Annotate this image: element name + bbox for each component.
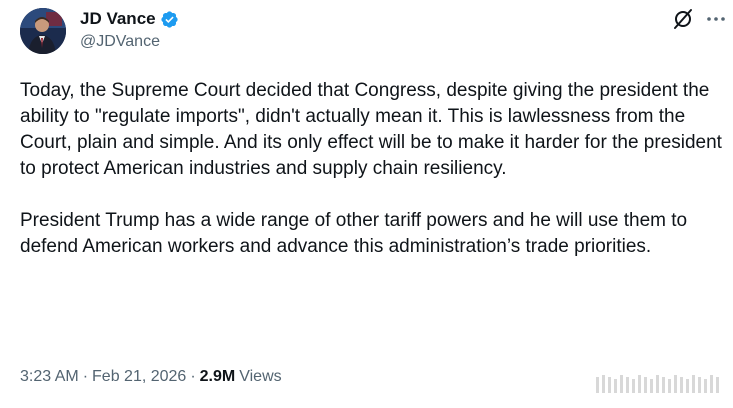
verified-badge-icon bbox=[160, 10, 179, 29]
views-count: 2.9M bbox=[199, 368, 236, 385]
watermark-logo-icon bbox=[596, 373, 720, 395]
author-display-name[interactable]: JD Vance bbox=[80, 9, 156, 29]
views-label: Views bbox=[239, 368, 282, 385]
more-options-icon[interactable] bbox=[705, 8, 727, 30]
meta-separator: · bbox=[190, 368, 196, 385]
author-handle[interactable]: @JDVance bbox=[80, 33, 160, 51]
tweet-time[interactable]: 3:23 AM bbox=[20, 368, 79, 386]
tweet-card: JD Vance @JDVance Today, the Supreme Cou… bbox=[0, 0, 733, 408]
meta-separator: · bbox=[82, 368, 89, 385]
tweet-date[interactable]: Feb 21, 2026 bbox=[92, 368, 186, 386]
tweet-meta: 3:23 AM · Feb 21, 2026 · 2.9M Views bbox=[20, 368, 282, 386]
avatar[interactable] bbox=[20, 8, 66, 54]
tweet-text: Today, the Supreme Court decided that Co… bbox=[20, 78, 726, 260]
tweet-paragraph: Today, the Supreme Court decided that Co… bbox=[20, 80, 722, 179]
tweet-paragraph: President Trump has a wide range of othe… bbox=[20, 210, 688, 257]
author-name-row: JD Vance bbox=[80, 9, 179, 29]
grok-icon[interactable] bbox=[671, 7, 695, 31]
